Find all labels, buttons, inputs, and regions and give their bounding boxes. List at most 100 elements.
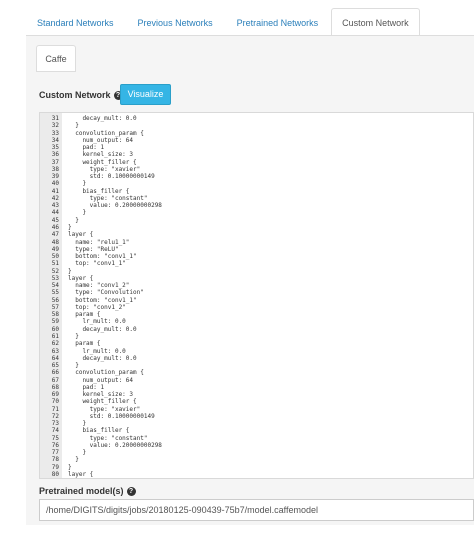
code-line: 49 type: "ReLU": [40, 246, 473, 253]
code-text: type: "xavier": [68, 165, 141, 173]
code-line: 44 }: [40, 209, 473, 216]
code-line: 80 layer {: [40, 471, 473, 478]
code-line: 67 num_output: 64: [40, 377, 473, 384]
code-text: }: [68, 420, 87, 428]
line-number: 36: [51, 151, 59, 159]
code-text: weight_filler {: [68, 158, 137, 166]
code-editor[interactable]: 31 decay_mult: 0.0 32 } 33 convolution_par…: [39, 112, 474, 479]
line-number: 62: [51, 340, 59, 348]
line-number: 33: [51, 129, 59, 137]
pretrained-model-label-text: Pretrained model(s): [39, 486, 124, 496]
code-line: 43 value: 0.20000000298: [40, 202, 473, 209]
code-line: 46}: [40, 224, 473, 231]
line-number: 31: [51, 115, 59, 122]
code-line: 62 param {: [40, 340, 473, 347]
line-number: 44: [51, 209, 59, 217]
code-text: std: 0.10000000149: [68, 412, 155, 420]
code-line: 70 weight_filler {: [40, 398, 473, 405]
code-line: 54 name: "conv1_2": [40, 282, 473, 289]
line-number: 47: [51, 231, 59, 239]
line-number: 68: [51, 383, 59, 391]
code-text: layer {: [68, 471, 94, 479]
line-number: 54: [51, 282, 59, 290]
code-line: 52}: [40, 268, 473, 275]
line-number: 46: [51, 223, 59, 231]
code-text: }: [68, 216, 79, 224]
code-text: bias_filler {: [68, 187, 130, 195]
code-text: }: [68, 209, 87, 217]
custom-network-panel: Caffe Custom Network ? Visualize 31 deca…: [26, 35, 474, 525]
code-line: 38 type: "xavier": [40, 166, 473, 173]
pretrained-model-label: Pretrained model(s) ?: [39, 486, 136, 496]
line-number: 66: [51, 369, 59, 377]
line-number: 78: [51, 456, 59, 464]
code-text: value: 0.20000000298: [68, 202, 162, 210]
line-number: 75: [51, 434, 59, 442]
code-text: lr_mult: 0.0: [68, 347, 126, 355]
code-line: 34 num_output: 64: [40, 137, 473, 144]
code-line: 55 type: "Convolution": [40, 289, 473, 296]
line-number: 61: [51, 332, 59, 340]
code-line: 60 decay_mult: 0.0: [40, 326, 473, 333]
code-text: }: [68, 180, 87, 188]
line-number: 59: [51, 318, 59, 326]
code-text: decay_mult: 0.0: [68, 115, 137, 122]
code-text: type: "constant": [68, 434, 148, 442]
line-number: 70: [51, 398, 59, 406]
code-text: }: [68, 122, 79, 130]
code-line: 59 lr_mult: 0.0: [40, 318, 473, 325]
visualize-button[interactable]: Visualize: [120, 84, 171, 105]
line-number: 73: [51, 420, 59, 428]
code-line: 74 bias_filler {: [40, 427, 473, 434]
tab-caffe[interactable]: Caffe: [36, 45, 76, 72]
help-icon[interactable]: ?: [126, 486, 136, 496]
line-number: 64: [51, 354, 59, 362]
code-line: 33 convolution_param {: [40, 130, 473, 137]
line-number: 60: [51, 325, 59, 333]
tab-standard-networks[interactable]: Standard Networks: [26, 8, 125, 36]
code-text: type: "constant": [68, 194, 148, 202]
code-text: name: "conv1_2": [68, 282, 130, 290]
tab-pretrained-networks[interactable]: Pretrained Networks: [226, 8, 330, 36]
code-line: 73 }: [40, 420, 473, 427]
code-line: 56 bottom: "conv1_1": [40, 297, 473, 304]
code-line: 75 type: "constant": [40, 435, 473, 442]
line-number: 50: [51, 253, 59, 261]
custom-network-label-text: Custom Network: [39, 90, 111, 100]
code-text: convolution_param {: [68, 369, 144, 377]
code-line: 58 param {: [40, 311, 473, 318]
code-text: name: "relu1_1": [68, 238, 130, 246]
line-number: 77: [51, 449, 59, 457]
code-text: decay_mult: 0.0: [68, 325, 137, 333]
code-line: 40 }: [40, 180, 473, 187]
code-line: 79}: [40, 464, 473, 471]
code-text: kernel_size: 3: [68, 391, 134, 399]
code-line: 72 std: 0.10000000149: [40, 413, 473, 420]
tab-custom-network[interactable]: Custom Network: [331, 8, 420, 36]
code-text: lr_mult: 0.0: [68, 318, 126, 326]
code-line: 78 }: [40, 456, 473, 463]
pretrained-model-path: /home/DIGITS/digits/jobs/20180125-090439…: [46, 505, 319, 515]
line-number: 72: [51, 412, 59, 420]
pretrained-model-input[interactable]: /home/DIGITS/digits/jobs/20180125-090439…: [39, 499, 474, 521]
code-line: 31 decay_mult: 0.0: [40, 115, 473, 122]
line-number: 55: [51, 289, 59, 297]
code-text: weight_filler {: [68, 398, 137, 406]
code-line: 57 top: "conv1_2": [40, 304, 473, 311]
code-line: 53 layer {: [40, 275, 473, 282]
code-text: }: [68, 362, 79, 370]
tab-previous-networks[interactable]: Previous Networks: [127, 8, 224, 36]
line-number: 35: [51, 144, 59, 152]
code-lines: 31 decay_mult: 0.0 32 } 33 convolution_par…: [40, 115, 473, 478]
code-text: top: "conv1_2": [68, 303, 126, 311]
code-line: 69 kernel_size: 3: [40, 391, 473, 398]
code-line: 50 bottom: "conv1_1": [40, 253, 473, 260]
line-number: 69: [51, 391, 59, 399]
code-line: 63 lr_mult: 0.0: [40, 348, 473, 355]
code-text: std: 0.10000000149: [68, 173, 155, 181]
code-text: }: [68, 332, 79, 340]
line-number: 49: [51, 245, 59, 253]
line-number: 76: [51, 441, 59, 449]
code-line: 51 top: "conv1_1": [40, 260, 473, 267]
line-number: 71: [51, 405, 59, 413]
